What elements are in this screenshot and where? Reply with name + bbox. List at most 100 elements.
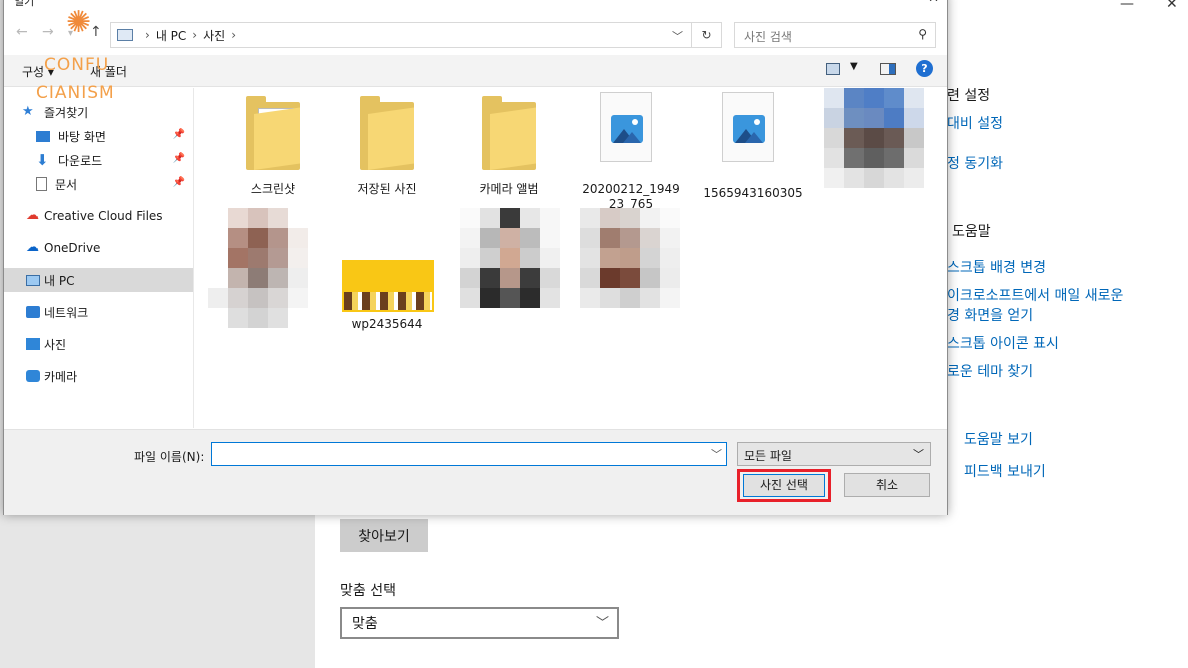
file-item-blurred-1[interactable] (820, 88, 930, 212)
image-file-icon (600, 92, 652, 162)
file-item-image-2[interactable]: 1565943160305 (698, 92, 808, 202)
file-name: 저장된 사진 (357, 182, 417, 196)
blurred-thumbnail (580, 208, 680, 308)
breadcrumb-separator-icon: › (145, 28, 150, 42)
change-view-icon[interactable] (826, 63, 840, 75)
nav-label: OneDrive (44, 241, 101, 255)
nav-item-documents[interactable]: 문서 📌 (4, 172, 193, 196)
file-name-input[interactable]: ﹀ (211, 442, 727, 466)
link-feedback[interactable]: 피드백 보내기 (964, 461, 1046, 481)
file-name: 20200212_1949 (582, 182, 680, 196)
navigation-bar: ← → ▾ ↑ › 내 PC › 사진 › ﹀ ↻ 사진 검색 ⚲ (4, 19, 947, 49)
folder-icon (360, 96, 414, 170)
file-item-blurred-3[interactable] (454, 208, 564, 330)
nav-item-network[interactable]: 네트워크 (4, 300, 193, 324)
nav-item-desktop[interactable]: 바탕 화면 📌 (4, 124, 193, 148)
onedrive-icon: ☁ (26, 240, 39, 255)
pictures-icon (26, 338, 40, 350)
link-sync-settings[interactable]: 정 동기화 (947, 153, 1003, 173)
nav-label: Creative Cloud Files (44, 209, 163, 223)
pin-icon: 📌 (172, 177, 185, 188)
link-desktop-icons[interactable]: 스크톱 아이콘 표시 (947, 333, 1059, 353)
file-item-wp2435644[interactable]: wp2435644 (332, 260, 442, 340)
chevron-down-icon[interactable]: ﹀ (711, 446, 722, 462)
file-name: 스크린샷 (250, 182, 296, 196)
pin-icon: 📌 (172, 129, 185, 140)
link-new-themes[interactable]: 로운 테마 찾기 (947, 361, 1033, 381)
file-name-label: 파일 이름(N): (134, 450, 205, 464)
image-file-icon (722, 92, 774, 162)
minimize-icon[interactable]: — (1120, 0, 1134, 12)
nav-item-downloads[interactable]: ⬇ 다운로드 📌 (4, 148, 193, 172)
file-item-blurred-2[interactable] (208, 208, 318, 348)
file-item-camera-roll[interactable]: 카메라 앨범 (454, 96, 564, 196)
watermark-line1: CONFU (44, 55, 110, 75)
breadcrumb-separator-icon: › (192, 28, 198, 42)
file-item-blurred-4[interactable] (576, 208, 686, 330)
chevron-down-icon: ﹀ (595, 616, 609, 631)
link-get-help[interactable]: 도움말 보기 (964, 429, 1033, 449)
file-item-screenshots[interactable]: 스크린샷 (218, 96, 328, 196)
document-icon (36, 177, 47, 191)
file-name: wp2435644 (351, 317, 423, 331)
dialog-toolbar: 구성 ▾ 새 폴더 ▼ ? (4, 55, 947, 87)
nav-item-camera[interactable]: 카메라 (4, 364, 193, 388)
help-icon[interactable]: ? (916, 60, 933, 77)
network-icon (26, 306, 40, 318)
link-daily-wallpaper[interactable]: 이크로소프트에서 매일 새로운 (947, 285, 1123, 305)
search-placeholder: 사진 검색 (744, 30, 792, 44)
nav-label: 사진 (44, 337, 67, 352)
browse-button[interactable]: 찾아보기 (340, 519, 428, 552)
preview-pane-icon[interactable] (880, 63, 896, 75)
highlight-box: 사진 선택 (737, 469, 831, 502)
navigation-pane: ★ 즐겨찾기 바탕 화면 📌 ⬇ 다운로드 📌 문서 📌 ☁ Creative … (4, 88, 194, 428)
breadcrumb-separator-icon: › (231, 28, 237, 42)
blurred-thumbnail (460, 208, 560, 308)
fit-label: 맞춤 선택 (340, 583, 396, 599)
address-dropdown-icon[interactable]: ﹀ (672, 28, 683, 44)
download-icon: ⬇ (36, 151, 49, 169)
nav-item-creative-cloud[interactable]: ☁ Creative Cloud Files (4, 204, 193, 228)
search-input[interactable]: 사진 검색 ⚲ (734, 22, 936, 48)
nav-label: 카메라 (44, 369, 78, 384)
dialog-close-icon[interactable]: ✕ (928, 0, 939, 6)
nav-item-my-pc[interactable]: 내 PC (4, 268, 193, 292)
cancel-button[interactable]: 취소 (844, 473, 930, 497)
dialog-footer: 파일 이름(N): ﹀ 모든 파일 ﹀ 사진 선택 취소 (4, 429, 947, 515)
link-high-contrast[interactable]: 대비 설정 (947, 113, 1003, 133)
file-item-saved-pictures[interactable]: 저장된 사진 (332, 96, 442, 196)
nav-item-favorites[interactable]: ★ 즐겨찾기 (4, 100, 193, 124)
refresh-icon[interactable]: ↻ (691, 23, 721, 47)
file-type-select[interactable]: 모든 파일 ﹀ (737, 442, 931, 466)
nav-label: 문서 (55, 177, 78, 192)
view-dropdown-icon[interactable]: ▼ (850, 61, 858, 72)
fit-select-value: 맞춤 (352, 616, 378, 632)
file-type-value: 모든 파일 (744, 449, 792, 463)
select-photo-button[interactable]: 사진 선택 (743, 474, 825, 497)
nav-item-onedrive[interactable]: ☁ OneDrive (4, 236, 193, 260)
related-settings-heading: 련 설정 (947, 88, 991, 104)
file-name: 카메라 앨범 (479, 182, 539, 196)
fit-select[interactable]: 맞춤 ﹀ (340, 607, 619, 639)
pin-icon: 📌 (172, 153, 185, 164)
sun-icon: ✺ (66, 5, 93, 40)
nav-label: 바탕 화면 (58, 129, 106, 144)
breadcrumb-my-pc[interactable]: 내 PC (156, 27, 186, 44)
pc-icon (26, 274, 40, 286)
file-list: 스크린샷 저장된 사진 카메라 앨범 20200212_1949 23_765 (200, 88, 946, 428)
open-file-dialog: 열기 ✕ ← → ▾ ↑ › 내 PC › 사진 › ﹀ ↻ 사진 검색 ⚲ 구… (3, 0, 948, 515)
nav-label: 내 PC (44, 273, 75, 288)
link-change-background[interactable]: 스크톱 배경 변경 (947, 257, 1046, 277)
address-bar[interactable]: › 내 PC › 사진 › ﹀ ↻ (110, 22, 722, 48)
folder-icon (482, 96, 536, 170)
breadcrumb-pictures[interactable]: 사진 (203, 27, 225, 44)
nav-label: 다운로드 (58, 153, 103, 168)
blurred-thumbnail (208, 208, 308, 328)
nav-label: 네트워크 (44, 305, 89, 320)
file-item-image-1[interactable]: 20200212_1949 23_765 (576, 92, 686, 212)
nav-item-pictures[interactable]: 사진 (4, 332, 193, 356)
blurred-thumbnail (824, 88, 924, 188)
nav-label: 즐겨찾기 (44, 105, 89, 120)
link-daily-wallpaper-cont[interactable]: 경 화면을 얻기 (947, 305, 1033, 325)
close-icon[interactable]: ✕ (1166, 0, 1178, 12)
